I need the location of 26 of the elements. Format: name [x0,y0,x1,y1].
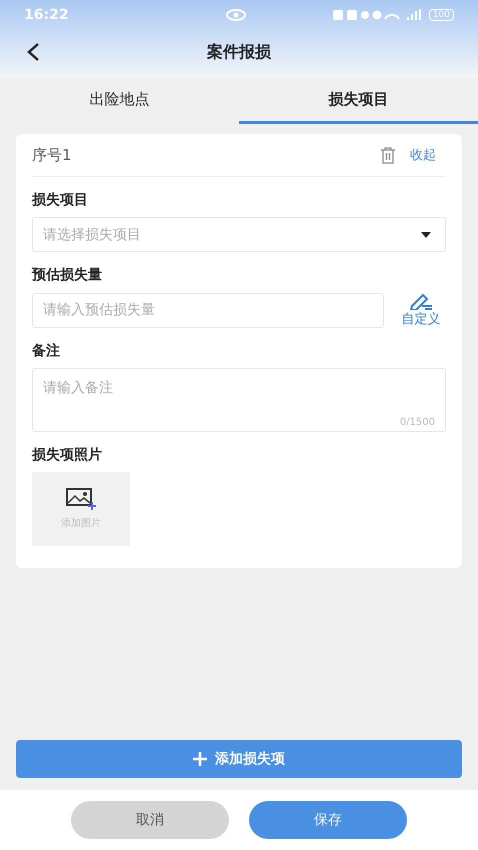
add-loss-item-button[interactable]: 添加损失项 [16,740,462,778]
field-label: 损失项照片 [32,446,103,464]
back-icon[interactable] [26,42,40,62]
field-label: 损失项目 [32,191,89,209]
collapse-link[interactable]: 收起 [410,146,436,164]
status-time: 16:22 [24,7,69,23]
custom-button[interactable]: 自定义 [396,292,446,328]
page-title: 案件报损 [207,42,271,62]
eye-icon [226,9,246,21]
cancel-button[interactable]: 取消 [71,801,229,839]
dropdown-icon [421,232,431,238]
input-field[interactable]: 请输入预估损失量 [32,292,384,328]
select-field[interactable]: 请选择损失项目 [32,217,446,252]
plus-icon [193,752,207,766]
field-label: 备注 [32,342,61,360]
tab[interactable]: 出险地点 [0,78,239,124]
add-image-icon [66,488,96,510]
trash-icon[interactable] [380,146,396,164]
field-label: 预估损失量 [32,266,103,284]
battery-level: 100 [428,9,454,21]
pen-icon [408,292,434,310]
tab[interactable]: 损失项目 [239,78,478,124]
remarks-field[interactable]: 请输入备注 0/1500 [32,368,446,432]
char-counter: 0/1500 [400,417,435,428]
save-button[interactable]: 保存 [249,801,407,839]
item-number: 序号1 [32,146,73,164]
